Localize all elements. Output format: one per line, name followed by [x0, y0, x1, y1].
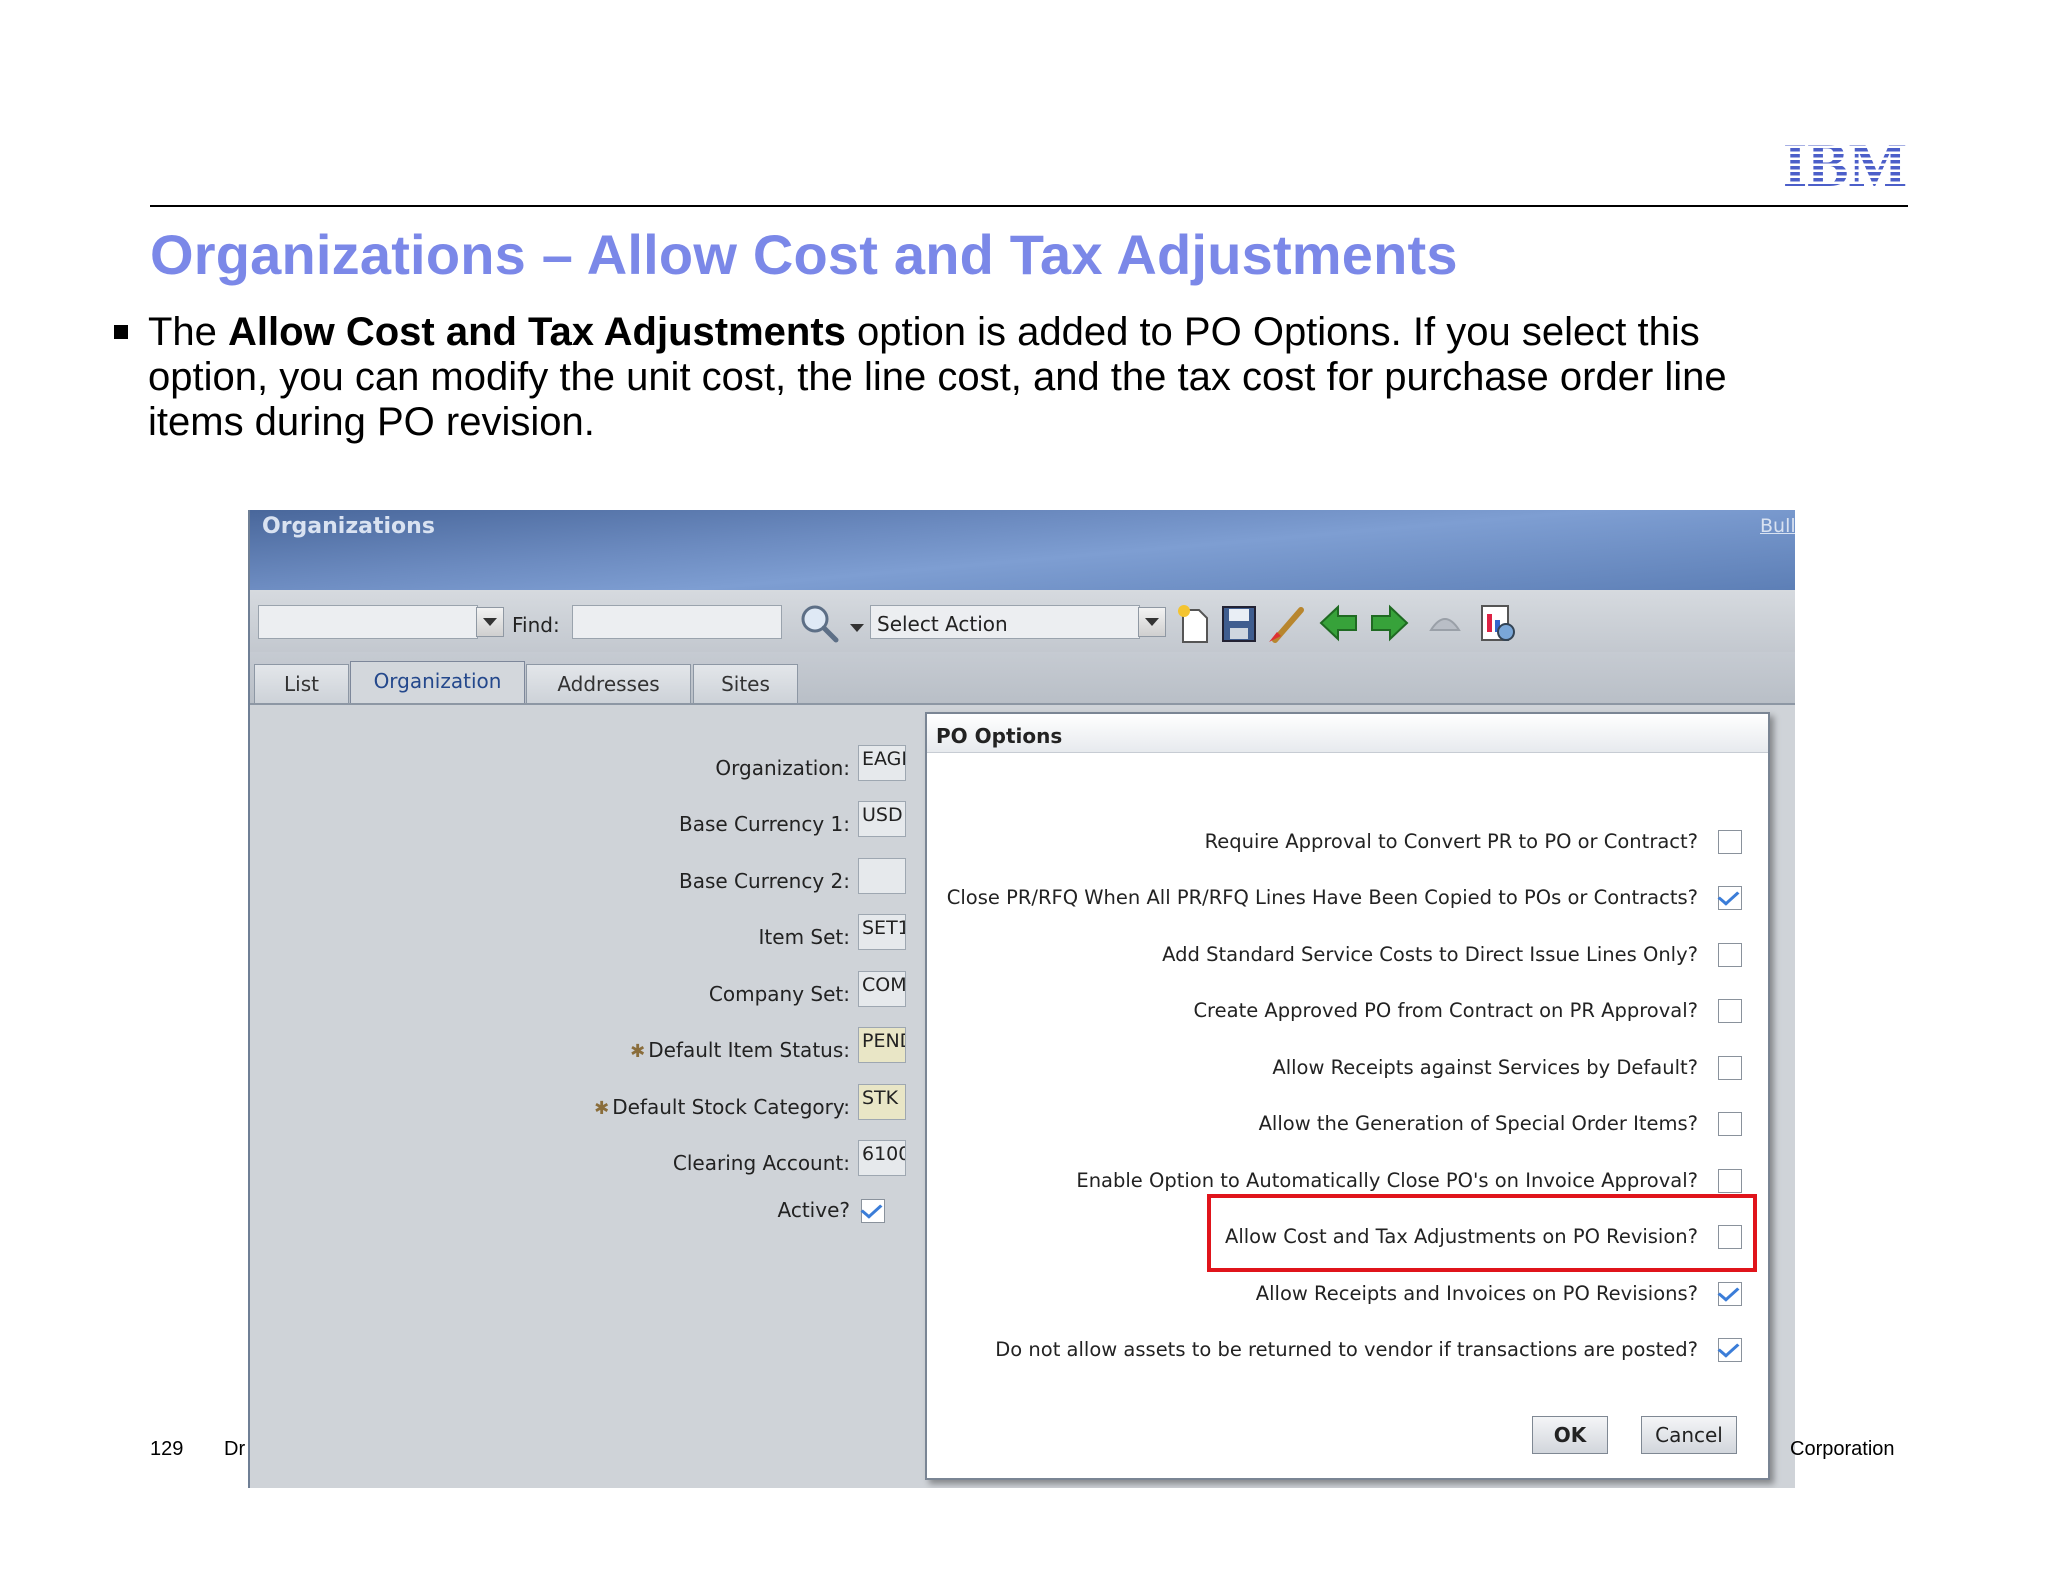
- find-input[interactable]: [572, 605, 782, 639]
- default-stock-category-label: ✱ Default Stock Category:: [490, 1095, 850, 1119]
- option-checkbox-receipts-invoices-revisions[interactable]: [1718, 1282, 1742, 1306]
- slide-body: The Allow Cost and Tax Adjustments optio…: [148, 310, 1768, 445]
- required-icon: ✱: [594, 1098, 610, 1119]
- company-set-field[interactable]: COMP: [858, 971, 906, 1007]
- option-checkbox-create-approved-po[interactable]: [1718, 999, 1742, 1023]
- option-label: Allow the Generation of Special Order It…: [1258, 1112, 1698, 1135]
- tab-sites[interactable]: Sites: [693, 664, 798, 703]
- find-label: Find:: [512, 613, 560, 637]
- organizations-app-screenshot: Organizations Bull Find: Select Action L…: [248, 510, 1795, 1488]
- select-action-value: Select Action: [877, 612, 1008, 636]
- bulletin-board-link[interactable]: Bull: [1760, 515, 1795, 537]
- option-checkbox-auto-close-pos[interactable]: [1718, 1169, 1742, 1193]
- app-titlebar: Organizations Bull: [250, 510, 1795, 590]
- default-item-status-label: ✱ Default Item Status:: [490, 1038, 850, 1062]
- save-icon[interactable]: [1220, 604, 1258, 644]
- option-checkbox-receipts-services[interactable]: [1718, 1056, 1742, 1080]
- organization-field[interactable]: EAGL: [858, 745, 906, 781]
- item-set-field[interactable]: SET1: [858, 914, 906, 950]
- ibm-logo: IBM: [1783, 136, 1907, 190]
- active-checkbox[interactable]: [861, 1199, 885, 1223]
- active-label: Active?: [777, 1198, 850, 1222]
- previous-record-icon[interactable]: [1318, 602, 1360, 644]
- tab-bar: List Organization Addresses Sites: [250, 652, 1795, 705]
- base-currency-1-label: Base Currency 1:: [679, 812, 850, 836]
- option-label: Require Approval to Convert PR to PO or …: [1204, 830, 1698, 853]
- footer-left-text: Dr: [224, 1438, 246, 1460]
- base-currency-2-field[interactable]: [858, 858, 906, 894]
- action-menu-arrow-icon[interactable]: [850, 624, 864, 632]
- bullet-marker: [114, 325, 128, 339]
- ibm-logo-text: IBM: [1783, 136, 1907, 190]
- tab-list[interactable]: List: [254, 664, 349, 703]
- search-icon[interactable]: [798, 602, 842, 646]
- highlight-box: [1207, 1194, 1757, 1272]
- tab-organization[interactable]: Organization: [350, 661, 525, 703]
- po-options-dialog: PO Options Require Approval to Convert P…: [925, 712, 1770, 1480]
- tab-addresses[interactable]: Addresses: [526, 664, 691, 703]
- app-title: Organizations: [262, 514, 435, 539]
- company-set-label: Company Set:: [708, 982, 850, 1006]
- new-record-icon[interactable]: [1175, 602, 1211, 646]
- ok-button[interactable]: OK: [1532, 1416, 1608, 1454]
- required-icon: ✱: [630, 1041, 646, 1062]
- option-label: Allow Receipts against Services by Defau…: [1272, 1056, 1698, 1079]
- chevron-down-icon: [483, 618, 497, 626]
- option-checkbox-standard-service-costs[interactable]: [1718, 943, 1742, 967]
- footer-page-number: 129: [150, 1438, 184, 1460]
- default-stock-category-field[interactable]: STK: [858, 1084, 906, 1120]
- organization-label: Organization:: [715, 756, 850, 780]
- default-item-status-text: Default Item Status:: [648, 1038, 850, 1062]
- clear-changes-icon[interactable]: [1265, 602, 1309, 646]
- slide-title: Organizations – Allow Cost and Tax Adjus…: [150, 223, 1458, 286]
- view-history-icon[interactable]: [1478, 602, 1518, 646]
- option-label: Enable Option to Automatically Close PO'…: [1076, 1169, 1698, 1192]
- clearing-account-label: Clearing Account:: [672, 1151, 850, 1175]
- option-label: Close PR/RFQ When All PR/RFQ Lines Have …: [946, 886, 1698, 909]
- option-checkbox-require-approval[interactable]: [1718, 830, 1742, 854]
- option-label: Add Standard Service Costs to Direct Iss…: [1162, 943, 1698, 966]
- app-toolbar: Find: Select Action: [250, 590, 1795, 652]
- base-currency-2-label: Base Currency 2:: [679, 869, 850, 893]
- header-rule: [150, 205, 1908, 207]
- option-checkbox-special-order-items[interactable]: [1718, 1112, 1742, 1136]
- body-pre: The: [148, 310, 229, 354]
- footer-right-text: Corporation: [1790, 1438, 1895, 1460]
- select-action-dropdown-button[interactable]: [1138, 607, 1166, 637]
- dialog-header: PO Options: [927, 714, 1768, 753]
- dialog-title: PO Options: [936, 724, 1063, 748]
- clearing-account-field[interactable]: 6100-: [858, 1140, 906, 1176]
- option-checkbox-no-asset-return[interactable]: [1718, 1338, 1742, 1362]
- option-checkbox-close-pr-rfq[interactable]: [1718, 886, 1742, 910]
- body-bold: Allow Cost and Tax Adjustments: [228, 310, 846, 354]
- option-label: Do not allow assets to be returned to ve…: [995, 1338, 1698, 1361]
- item-set-label: Item Set:: [758, 925, 850, 949]
- option-label: Create Approved PO from Contract on PR A…: [1193, 999, 1698, 1022]
- next-record-icon[interactable]: [1368, 602, 1410, 644]
- bookmark-icon[interactable]: [1425, 604, 1465, 644]
- default-item-status-field[interactable]: PEND: [858, 1027, 906, 1063]
- chevron-down-icon: [1145, 618, 1159, 626]
- query-dropdown-button[interactable]: [476, 607, 504, 637]
- cancel-button[interactable]: Cancel: [1641, 1416, 1737, 1454]
- query-select[interactable]: [258, 605, 478, 639]
- select-action-dropdown[interactable]: Select Action: [870, 605, 1140, 639]
- base-currency-1-field[interactable]: USD: [858, 801, 906, 837]
- option-label: Allow Receipts and Invoices on PO Revisi…: [1255, 1282, 1698, 1305]
- default-stock-category-text: Default Stock Category:: [612, 1095, 850, 1119]
